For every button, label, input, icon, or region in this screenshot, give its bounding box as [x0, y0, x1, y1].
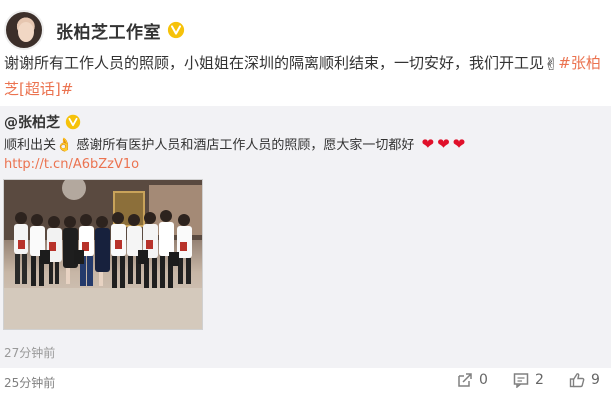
ok-hand-emoji: 👌 — [56, 138, 73, 153]
author-name[interactable]: 张柏芝工作室 — [56, 18, 161, 43]
post-header: 张柏芝工作室 — [4, 8, 185, 52]
avatar-face — [18, 22, 34, 42]
repost-body: 感谢所有医护人员和酒店工作人员的照顾，愿大家一切都好 — [76, 138, 415, 153]
comment-count: 2 — [535, 372, 544, 388]
repost-text: 顺利出关👌 感谢所有医护人员和酒店工作人员的照顾，愿大家一切都好 ❤ ❤ ❤ — [4, 135, 604, 155]
victory-hand-emoji: ✌ — [544, 55, 559, 75]
repost-link[interactable]: http://t.cn/A6bZzV1o — [4, 157, 139, 172]
post-body: 谢谢所有工作人员的照顾，小姐姐在深圳的隔离顺利结束，一切安好，我们开工见 — [4, 54, 545, 72]
post-text: 谢谢所有工作人员的照顾，小姐姐在深圳的隔离顺利结束，一切安好，我们开工见✌#张柏… — [4, 51, 604, 101]
author-avatar[interactable] — [4, 10, 44, 50]
share-button[interactable]: 0 — [457, 372, 489, 388]
repost-author-row: @张柏芝 — [4, 112, 81, 132]
heart-icon: ❤ — [437, 135, 450, 153]
post-time: 25分钟前 — [4, 376, 56, 390]
repost-time: 27分钟前 — [4, 346, 56, 360]
verified-badge-icon — [167, 21, 185, 39]
comment-button[interactable]: 2 — [513, 372, 545, 388]
group-photo-illustration — [4, 180, 202, 329]
heart-icon: ❤ — [452, 135, 466, 153]
action-bar: 0 2 9 — [449, 372, 601, 388]
share-icon — [458, 373, 472, 387]
comment-icon — [513, 373, 529, 388]
repost-prefix: 顺利出关 — [4, 138, 57, 153]
group-photo[interactable] — [3, 179, 203, 330]
weibo-post-card: 张柏芝工作室 谢谢所有工作人员的照顾，小姐姐在深圳的隔离顺利结束，一切安好，我们… — [0, 0, 611, 400]
repost-box: @张柏芝 顺利出关👌 感谢所有医护人员和酒店工作人员的照顾，愿大家一切都好 ❤ ❤… — [0, 106, 611, 368]
like-button[interactable]: 9 — [569, 372, 601, 388]
thumbs-up-icon — [569, 373, 585, 388]
share-count: 0 — [479, 372, 488, 388]
heart-icon: ❤ — [421, 135, 435, 153]
repost-author[interactable]: @张柏芝 — [4, 112, 60, 132]
verified-badge-icon — [65, 114, 81, 130]
like-count: 9 — [591, 372, 600, 388]
